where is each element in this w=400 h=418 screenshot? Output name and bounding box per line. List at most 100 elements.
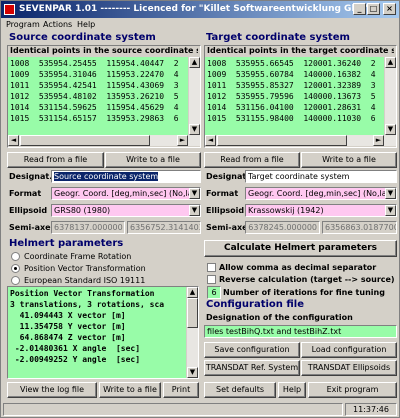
source-format-value: Geogr. Coord. [deg,min,sec] (No,lat,lon,… [54,189,200,198]
list-item: 1011 535955.85327 120001.32389 3 [207,81,376,90]
source-ellipsoid-label: Ellipsoid [9,206,48,215]
scroll-up-icon[interactable]: ▲ [385,57,396,68]
maximize-button[interactable]: □ [367,3,380,15]
helmert-title: Helmert parameters [9,238,124,249]
exit-program-button[interactable]: Exit program [308,382,397,398]
radio-coordinate-frame[interactable] [11,252,20,261]
output-line: 11.354758 Y vector [m] [10,322,126,331]
source-scrollbar-h[interactable]: ◄ ► [8,135,200,146]
target-header: Identical points in the target coordinat… [207,46,394,55]
option-coordinate-frame[interactable]: Coordinate Frame Rotation [24,252,131,261]
target-designat-input[interactable]: Target coordinate system [245,170,397,183]
target-ellipsoid-value: Krassowskij (1942) [248,206,324,215]
minimize-button[interactable]: _ [353,3,366,15]
close-button[interactable]: × [383,3,396,15]
scroll-right-icon[interactable]: ► [373,135,384,146]
source-write-button[interactable]: Write to a file [105,152,201,168]
target-write-button[interactable]: Write to a file [301,152,397,168]
source-title: Source coordinate system [9,32,156,43]
window-title: SEVENPAR 1.01 -------- Licenced for "Kil… [19,4,370,14]
scroll-up-icon[interactable]: ▲ [189,57,200,68]
allow-comma-label[interactable]: Allow comma as decimal separator [219,263,376,272]
load-config-button[interactable]: Load configuration [301,342,397,358]
source-ellipsoid-select[interactable]: GRS80 (1980) ▼ [51,204,201,217]
view-log-button[interactable]: View the log file [7,382,97,398]
list-item: 1009 535955.60784 140000.16382 4 [207,70,376,79]
list-item: 1008 535955.66545 120001.36240 2 [207,59,376,68]
list-item: 1011 535954.42541 115954.43069 3 [10,81,179,90]
target-points-list[interactable]: 1008 535955.66545 120001.36240 2 1009 535… [205,57,384,135]
scroll-thumb[interactable] [217,135,347,146]
source-read-button[interactable]: Read from a file [7,152,104,168]
list-item: 1008 535954.25455 115954.40447 2 [10,59,179,68]
list-item: 1014 531154.59625 115954.45629 4 [10,103,179,112]
status-message [3,403,343,416]
menu-program[interactable]: Program [6,19,40,31]
radio-position-vector[interactable] [11,264,20,273]
scroll-down-icon[interactable]: ▼ [187,367,198,378]
chevron-down-icon[interactable]: ▼ [385,188,396,199]
help-button[interactable]: Help [278,382,306,398]
target-scrollbar-v[interactable]: ▲ ▼ [384,57,396,135]
target-ellipsoid-select[interactable]: Krassowskij (1942) ▼ [245,204,397,217]
calculate-helmert-button[interactable]: Calculate Helmert parameters [204,240,397,257]
scroll-left-icon[interactable]: ◄ [8,135,19,146]
print-button[interactable]: Print [163,382,199,398]
helmert-scrollbar-v[interactable]: ▲ ▼ [186,287,198,378]
option-position-vector[interactable]: Position Vector Transformation [24,264,146,273]
source-designat-input[interactable]: Source coordinate system [51,170,201,183]
transdat-ellipsoids-button[interactable]: TRANSDAT Ellipsoids [301,360,397,376]
option-iso-19111[interactable]: European Standard ISO 19111 [24,276,145,285]
source-semiaxis-a: 6378137.000000 [51,221,125,234]
output-line: Position Vector Transformation [10,289,155,298]
status-bar: 11:37:46 [1,403,399,417]
source-scrollbar-v[interactable]: ▲ ▼ [188,57,200,135]
chevron-down-icon[interactable]: ▼ [385,205,396,216]
chevron-down-icon[interactable]: ▼ [189,205,200,216]
source-format-select[interactable]: Geogr. Coord. [deg,min,sec] (No,lat,lon,… [51,187,201,200]
source-format-label: Format [9,189,42,198]
reverse-calc-label[interactable]: Reverse calculation (target --> source) [219,275,395,284]
scroll-down-icon[interactable]: ▼ [385,124,396,135]
helmert-write-button[interactable]: Write to a file [99,382,161,398]
config-title: Configuration file [206,299,304,310]
app-icon [4,4,15,15]
output-line: 41.094443 X vector [m] [10,311,126,320]
list-item: 1012 535955.79596 140000.13673 5 [207,92,376,101]
config-designation-input[interactable]: files testBihQ.txt and testBihZ.txt [204,325,397,338]
output-line: 3 translations, 3 rotations, sca [10,300,165,309]
target-semiaxis-a: 6378245.000000 [245,221,320,234]
target-scrollbar-h[interactable]: ◄ ► [205,135,396,146]
allow-comma-checkbox[interactable] [207,263,216,272]
title-bar[interactable]: SEVENPAR 1.01 -------- Licenced for "Kil… [1,1,399,18]
config-designation-label: Designation of the configuration [206,313,353,322]
helmert-output-text[interactable]: Position Vector Transformation 3 translat… [8,287,186,378]
set-defaults-button[interactable]: Set defaults [204,382,276,398]
scroll-right-icon[interactable]: ► [177,135,188,146]
main-window: SEVENPAR 1.01 -------- Licenced for "Kil… [0,0,400,418]
scroll-left-icon[interactable]: ◄ [205,135,216,146]
source-semiaxis-b: 6356752.3141403 [127,221,201,234]
target-read-button[interactable]: Read from a file [204,152,300,168]
menu-bar: Program Actions Help [1,18,399,32]
source-semiaxes-label: Semi-axes [9,223,56,232]
scroll-down-icon[interactable]: ▼ [189,124,200,135]
scroll-thumb[interactable] [20,135,150,146]
source-ellipsoid-value: GRS80 (1980) [54,206,111,215]
radio-iso-19111[interactable] [11,276,20,285]
save-config-button[interactable]: Save configuration [204,342,300,358]
chevron-down-icon[interactable]: ▼ [189,188,200,199]
source-points-list[interactable]: 1008 535954.25455 115954.40447 2 1009 535… [8,57,188,135]
menu-actions[interactable]: Actions [43,19,72,31]
scroll-up-icon[interactable]: ▲ [187,287,198,298]
output-line: 64.868474 Z vector [m] [10,333,126,342]
output-line: -2.01480361 X angle [sec] [10,344,141,353]
iterations-input[interactable]: 6 [207,286,221,299]
list-item: 1015 531155.98400 140000.11030 6 [207,114,376,123]
target-format-select[interactable]: Geogr. Coord. [deg,min,sec] (No,lat,lon,… [245,187,397,200]
scroll-thumb[interactable] [187,298,198,328]
transdat-ref-button[interactable]: TRANSDAT Ref. System [204,360,300,376]
reverse-calc-checkbox[interactable] [207,275,216,284]
target-designat-label: Designat. [206,172,250,181]
menu-help[interactable]: Help [77,19,95,31]
